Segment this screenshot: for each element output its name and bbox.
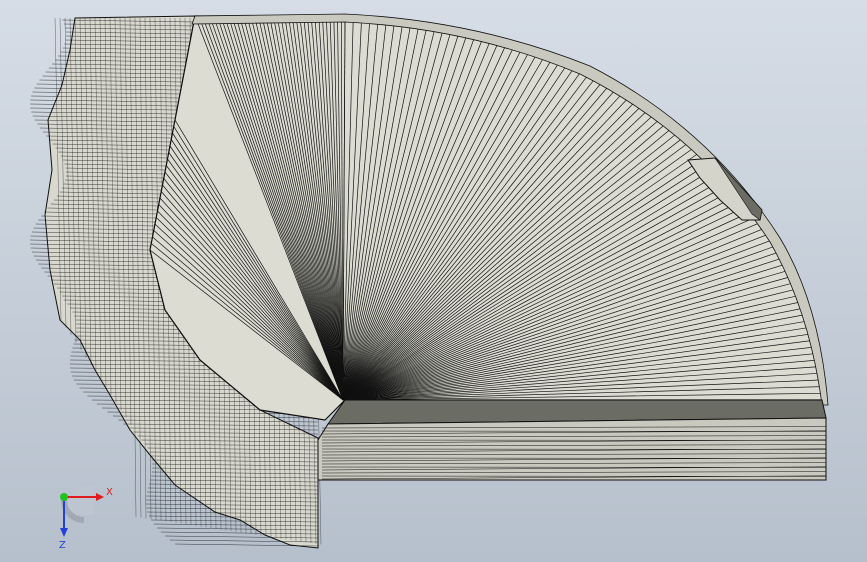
z-axis-label: Z [59,540,66,550]
mesh-model[interactable] [0,0,867,562]
x-axis-arrow [96,493,104,501]
z-axis-arrow [60,528,68,537]
orientation-triad[interactable]: X Z [44,480,114,550]
x-axis-label: X [106,487,113,498]
graphics-viewport[interactable]: X Z [0,0,867,562]
y-axis-dot [60,493,68,501]
